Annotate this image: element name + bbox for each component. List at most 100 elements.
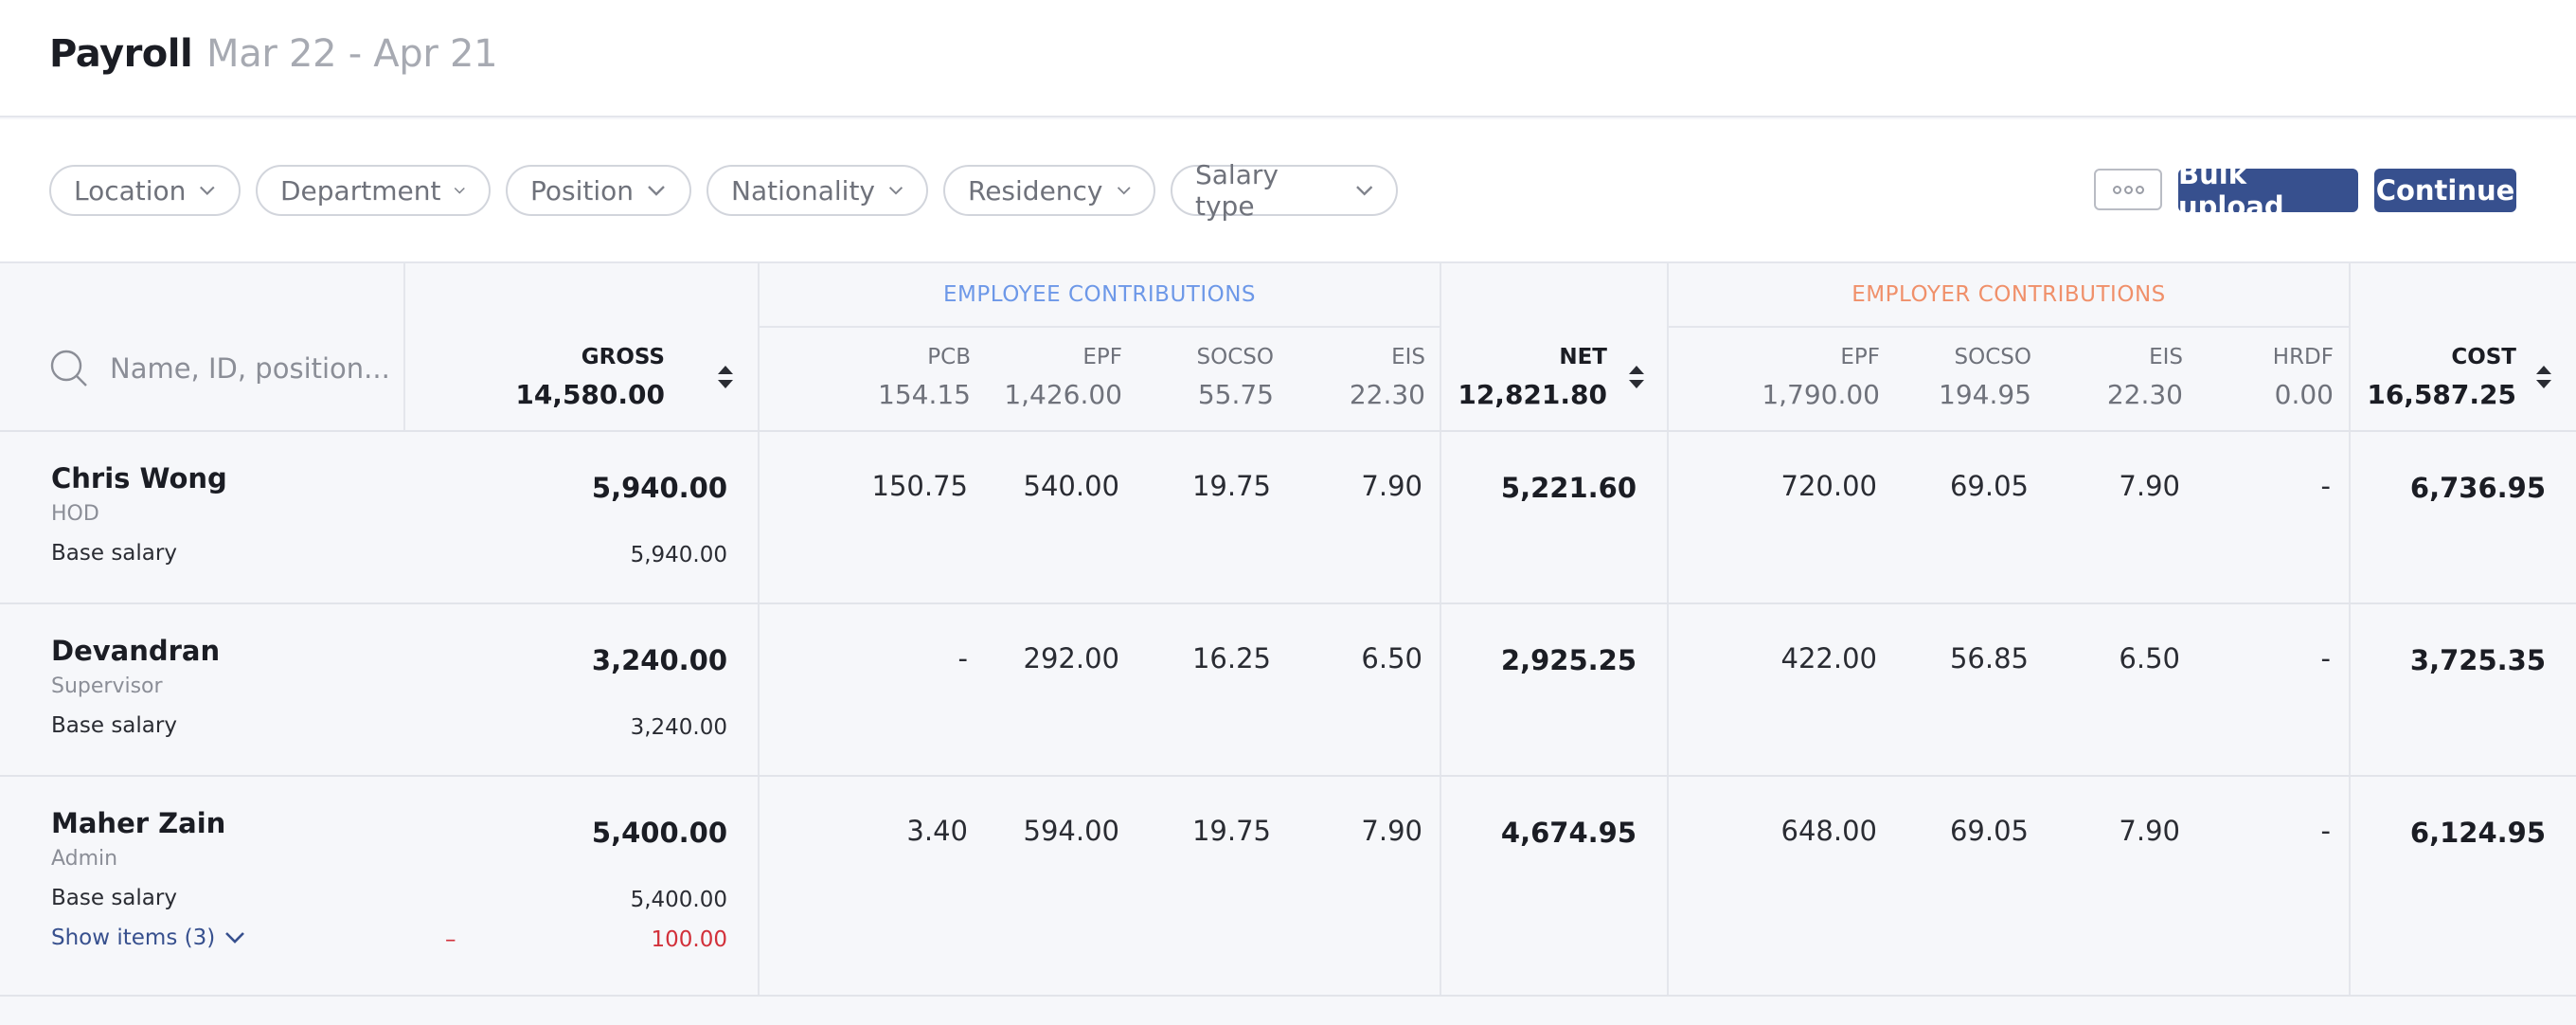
filter-label: Department bbox=[280, 175, 440, 207]
chevron-down-icon bbox=[454, 185, 466, 196]
net-value: 4,674.95 bbox=[1501, 817, 1637, 849]
er-epf-value: 648.00 bbox=[1781, 815, 1877, 847]
continue-button[interactable]: Continue bbox=[2374, 169, 2516, 212]
pcb-value: - bbox=[958, 642, 968, 674]
hrdf-value: - bbox=[2321, 642, 2331, 674]
er-epf-value: 422.00 bbox=[1781, 642, 1877, 674]
er-eis-value: 7.90 bbox=[2119, 815, 2180, 847]
bulk-upload-button[interactable]: Bulk upload bbox=[2178, 169, 2358, 212]
epf-value: 540.00 bbox=[1024, 470, 1119, 502]
cost-value: 6,736.95 bbox=[2410, 472, 2546, 504]
socso-value: 16.25 bbox=[1192, 642, 1271, 674]
gross-header-label: GROSS bbox=[581, 345, 665, 369]
employee-position: HOD bbox=[51, 502, 99, 526]
socso-value: 19.75 bbox=[1192, 815, 1271, 847]
chevron-down-icon bbox=[888, 185, 903, 196]
filter-location[interactable]: Location bbox=[49, 165, 241, 216]
epf-value: 292.00 bbox=[1024, 642, 1119, 674]
hrdf-value: - bbox=[2321, 815, 2331, 847]
dot-icon bbox=[2113, 186, 2121, 194]
date-range[interactable]: Mar 22 - Apr 21 bbox=[206, 32, 497, 76]
column-divider bbox=[2349, 263, 2351, 995]
filter-residency[interactable]: Residency bbox=[943, 165, 1155, 216]
eis-total: 22.30 bbox=[1350, 379, 1425, 410]
filter-department[interactable]: Department bbox=[256, 165, 491, 216]
er-epf-header-label: EPF bbox=[1840, 345, 1880, 369]
sort-icon[interactable] bbox=[716, 364, 735, 390]
pcb-value: 150.75 bbox=[872, 470, 968, 502]
deduction-value: 100.00 bbox=[652, 927, 727, 952]
more-options-button[interactable] bbox=[2094, 169, 2162, 210]
search-input[interactable]: Name, ID, position... bbox=[110, 352, 390, 385]
employee-search[interactable]: Name, ID, position... bbox=[49, 349, 390, 388]
filter-label: Salary type bbox=[1195, 159, 1342, 222]
socso-total: 55.75 bbox=[1198, 379, 1274, 410]
er-socso-total: 194.95 bbox=[1939, 379, 2031, 410]
socso-header-label: SOCSO bbox=[1197, 345, 1274, 369]
er-socso-header-label: SOCSO bbox=[1955, 345, 2031, 369]
filter-label: Nationality bbox=[731, 175, 875, 207]
chevron-down-icon bbox=[647, 185, 666, 196]
eis-value: 7.90 bbox=[1361, 470, 1422, 502]
net-total: 12,821.80 bbox=[1458, 379, 1607, 410]
deduction-sign: – bbox=[445, 927, 456, 952]
group-divider bbox=[1669, 326, 2349, 328]
chevron-down-icon bbox=[224, 931, 245, 944]
er-socso-value: 69.05 bbox=[1950, 815, 2029, 847]
filter-label: Position bbox=[530, 175, 634, 207]
employee-position: Admin bbox=[51, 847, 117, 871]
cost-header-label: COST bbox=[2451, 345, 2516, 369]
row-divider bbox=[0, 995, 2576, 997]
column-divider bbox=[1667, 263, 1669, 995]
column-divider bbox=[403, 263, 405, 432]
sort-icon[interactable] bbox=[1627, 364, 1646, 390]
eis-value: 6.50 bbox=[1361, 642, 1422, 674]
employee-name[interactable]: Chris Wong bbox=[51, 462, 227, 495]
er-socso-value: 56.85 bbox=[1950, 642, 2029, 674]
filter-salary-type[interactable]: Salary type bbox=[1171, 165, 1398, 216]
gross-value: 5,400.00 bbox=[592, 817, 727, 849]
page-header: Payroll Mar 22 - Apr 21 bbox=[0, 0, 2576, 117]
group-divider bbox=[760, 326, 1440, 328]
filter-label: Location bbox=[74, 175, 186, 207]
net-value: 2,925.25 bbox=[1501, 644, 1637, 676]
dot-icon bbox=[2136, 186, 2144, 194]
cost-value: 6,124.95 bbox=[2410, 817, 2546, 849]
socso-value: 19.75 bbox=[1192, 470, 1271, 502]
filter-position[interactable]: Position bbox=[506, 165, 691, 216]
er-epf-total: 1,790.00 bbox=[1762, 379, 1880, 410]
base-salary-value: 5,940.00 bbox=[631, 543, 727, 567]
base-salary-value: 5,400.00 bbox=[631, 888, 727, 912]
cost-value: 3,725.35 bbox=[2410, 644, 2546, 676]
filter-nationality[interactable]: Nationality bbox=[707, 165, 928, 216]
er-eis-value: 7.90 bbox=[2119, 470, 2180, 502]
gross-total: 14,580.00 bbox=[515, 379, 665, 410]
page-title: Payroll bbox=[49, 32, 192, 76]
show-items-label: Show items (3) bbox=[51, 926, 215, 950]
show-items-toggle[interactable]: Show items (3) bbox=[51, 926, 245, 950]
employee-contributions-title: EMPLOYEE CONTRIBUTIONS bbox=[760, 282, 1440, 307]
row-divider bbox=[0, 775, 2576, 777]
sort-icon[interactable] bbox=[2534, 364, 2553, 390]
gross-value: 3,240.00 bbox=[592, 644, 727, 676]
filter-bar: Location Department Position Nationality… bbox=[0, 119, 2576, 263]
pcb-value: 3.40 bbox=[906, 815, 968, 847]
employee-position: Supervisor bbox=[51, 674, 163, 698]
employee-name[interactable]: Maher Zain bbox=[51, 807, 225, 839]
epf-value: 594.00 bbox=[1024, 815, 1119, 847]
gross-value: 5,940.00 bbox=[592, 472, 727, 504]
chevron-down-icon bbox=[1117, 185, 1131, 196]
base-salary-label: Base salary bbox=[51, 541, 177, 566]
net-value: 5,221.60 bbox=[1501, 472, 1637, 504]
er-eis-total: 22.30 bbox=[2107, 379, 2183, 410]
employee-name[interactable]: Devandran bbox=[51, 635, 220, 667]
hrdf-header-label: HRDF bbox=[2273, 345, 2334, 369]
employer-contributions-title: EMPLOYER CONTRIBUTIONS bbox=[1669, 282, 2349, 307]
header-divider bbox=[0, 430, 2576, 432]
pcb-header-label: PCB bbox=[927, 345, 971, 369]
column-divider bbox=[758, 263, 760, 995]
eis-header-label: EIS bbox=[1391, 345, 1425, 369]
payroll-table: Name, ID, position... EMPLOYEE CONTRIBUT… bbox=[0, 263, 2576, 1025]
search-icon bbox=[49, 349, 89, 388]
er-socso-value: 69.05 bbox=[1950, 470, 2029, 502]
